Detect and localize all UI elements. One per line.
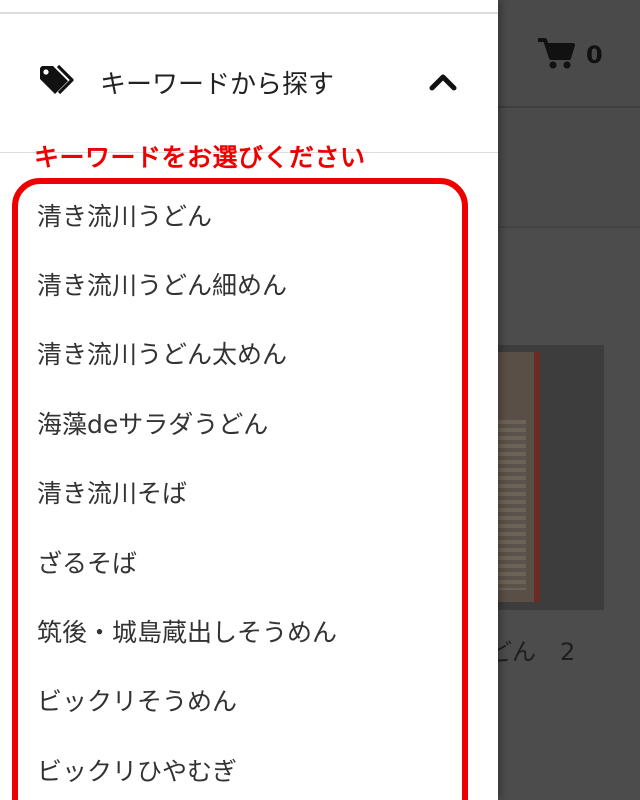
keyword-item[interactable]: ビックリひやむぎ [0, 735, 498, 800]
keyword-item[interactable]: 清き流川うどん [0, 180, 498, 249]
cart-button[interactable]: 0 [536, 36, 603, 74]
annotation-label: キーワードをお選びください [34, 143, 366, 172]
keyword-item[interactable]: ざるそば [0, 527, 498, 596]
keyword-item[interactable]: 清き流川うどん太めん [0, 319, 498, 388]
chevron-up-icon[interactable] [428, 68, 458, 94]
keyword-item[interactable]: ビックリそうめん [0, 666, 498, 735]
cart-icon [536, 36, 576, 74]
keyword-list: 清き流川うどん 清き流川うどん細めん 清き流川うどん太めん 海藻deサラダうどん… [0, 180, 498, 800]
keyword-item[interactable]: 清き流川そば [0, 458, 498, 527]
tag-icon [38, 64, 80, 98]
keyword-section-title: キーワードから探す [100, 70, 335, 100]
keyword-section-header[interactable]: キーワードから探す [0, 50, 498, 114]
keyword-item[interactable]: 筑後・城島蔵出しそうめん [0, 596, 498, 665]
product-name[interactable]: どん 2 [488, 632, 575, 667]
product-noodles [498, 420, 526, 590]
keyword-item[interactable]: 海藻deサラダうどん [0, 388, 498, 457]
side-drawer: キーワードから探す キーワードをお選びください 清き流川うどん 清き流川うどん細… [0, 0, 498, 800]
drawer-divider-top [0, 12, 498, 14]
cart-count: 0 [586, 41, 603, 69]
keyword-item[interactable]: 清き流川うどん細めん [0, 249, 498, 318]
